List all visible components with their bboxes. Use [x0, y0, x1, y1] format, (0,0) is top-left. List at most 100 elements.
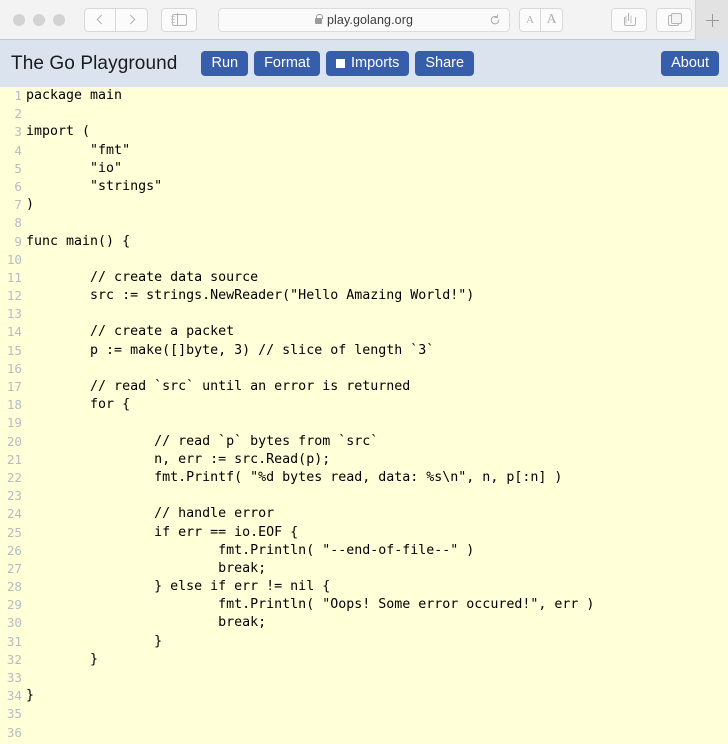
toolbar-actions: [611, 7, 692, 32]
code-line[interactable]: 32 }: [0, 651, 728, 669]
code-line[interactable]: 19: [0, 414, 728, 432]
share-button[interactable]: [611, 7, 647, 32]
code-line[interactable]: 17 // read `src` until an error is retur…: [0, 378, 728, 396]
code-line[interactable]: 9 func main() {: [0, 233, 728, 251]
back-button[interactable]: [84, 7, 116, 32]
code-line[interactable]: 11 // create data source: [0, 269, 728, 287]
code-line[interactable]: 25 if err == io.EOF {: [0, 524, 728, 542]
chevron-left-icon: [96, 14, 106, 25]
increase-text-size-button[interactable]: A: [541, 7, 563, 32]
code-line[interactable]: 21 n, err := src.Read(p);: [0, 451, 728, 469]
line-number: 33: [6, 670, 22, 685]
line-number: 14: [6, 324, 22, 340]
code-text: n, err := src.Read(p);: [26, 451, 331, 467]
about-button-label: About: [671, 54, 709, 71]
code-line[interactable]: 35: [0, 705, 728, 723]
sidebar-toggle-button[interactable]: [161, 7, 197, 32]
code-line[interactable]: 22 fmt.Printf( "%d bytes read, data: %s\…: [0, 469, 728, 487]
code-line[interactable]: 7): [0, 196, 728, 214]
address-bar[interactable]: play.golang.org: [218, 7, 510, 32]
code-text: fmt.Println( "Oops! Some error occured!"…: [26, 597, 595, 613]
code-line[interactable]: 13: [0, 305, 728, 323]
share-icon: [624, 13, 636, 26]
line-number: 36: [6, 724, 22, 740]
code-line[interactable]: 5 "io": [0, 160, 728, 178]
decrease-text-size-button[interactable]: A: [519, 7, 541, 32]
code-text: // create a packet: [26, 324, 235, 340]
line-number: 15: [6, 342, 22, 358]
code-line[interactable]: 28 } else if err != nil {: [0, 578, 728, 596]
code-line[interactable]: 6 "strings": [0, 178, 728, 196]
code-line[interactable]: 10: [0, 251, 728, 269]
code-line[interactable]: 4 "fmt": [0, 142, 728, 160]
run-button[interactable]: Run: [201, 50, 249, 77]
code-line[interactable]: 27 break;: [0, 560, 728, 578]
code-text: // handle error: [26, 506, 275, 522]
new-tab-button[interactable]: [695, 0, 728, 40]
code-line[interactable]: 36: [0, 724, 728, 742]
code-editor[interactable]: 1 package main 2 3 import (4 "fmt" 5 "io" 6 "s…: [0, 87, 728, 744]
code-line[interactable]: 18 for {: [0, 396, 728, 414]
code-text: // create data source: [26, 269, 259, 285]
forward-button[interactable]: [116, 7, 148, 32]
code-line[interactable]: 34}: [0, 687, 728, 705]
code-line[interactable]: 30 break;: [0, 614, 728, 632]
code-line[interactable]: 31 }: [0, 633, 728, 651]
imports-toggle[interactable]: Imports: [326, 50, 410, 77]
line-number: 17: [6, 379, 22, 394]
code-line[interactable]: 16: [0, 360, 728, 378]
line-number: 26: [6, 542, 22, 558]
share-button[interactable]: Share: [415, 50, 475, 77]
line-number: 19: [6, 415, 22, 431]
code-line[interactable]: 2: [0, 105, 728, 123]
line-number: 25: [6, 524, 22, 540]
lock-icon: [314, 13, 323, 24]
format-button-label: Format: [264, 54, 310, 71]
line-number: 24: [6, 506, 22, 522]
tab-overview-button[interactable]: [656, 7, 692, 32]
chevron-right-icon: [125, 14, 136, 25]
code-line[interactable]: 24 // handle error: [0, 505, 728, 523]
code-line[interactable]: 29 fmt.Println( "Oops! Some error occure…: [0, 596, 728, 614]
code-line[interactable]: 23: [0, 487, 728, 505]
line-number: 22: [6, 469, 22, 485]
minimize-window-button[interactable]: [33, 13, 45, 26]
code-text: fmt.Println( "--end-of-file--" ): [26, 542, 475, 558]
about-button[interactable]: About: [661, 50, 719, 77]
playground-toolbar: Run Format Imports Share: [201, 50, 475, 77]
line-number: 7: [14, 197, 22, 213]
zoom-window-button[interactable]: [53, 13, 65, 26]
line-number: 10: [6, 251, 22, 267]
reload-icon[interactable]: [489, 13, 501, 26]
code-text: // read `src` until an error is returned: [26, 379, 411, 394]
code-text: "strings": [26, 178, 163, 194]
code-line[interactable]: 26 fmt.Println( "--end-of-file--" ): [0, 542, 728, 560]
code-line[interactable]: 14 // create a packet: [0, 323, 728, 341]
code-text: func main() {: [26, 233, 131, 249]
code-line[interactable]: 8: [0, 214, 728, 232]
code-line[interactable]: 12 src := strings.NewReader("Hello Amazi…: [0, 287, 728, 305]
imports-checkbox[interactable]: [336, 58, 345, 68]
code-text: "io": [26, 160, 123, 176]
close-window-button[interactable]: [13, 13, 25, 26]
window-controls: [13, 13, 65, 26]
format-button[interactable]: Format: [254, 50, 320, 77]
line-number: 2: [14, 106, 22, 122]
line-number: 16: [6, 360, 22, 376]
code-line[interactable]: 20 // read `p` bytes from `src`: [0, 433, 728, 451]
code-line[interactable]: 3 import (: [0, 123, 728, 141]
code-text: import (: [26, 124, 91, 140]
line-number: 3: [14, 124, 22, 140]
code-text: // read `p` bytes from `src`: [26, 433, 379, 449]
code-line[interactable]: 15 p := make([]byte, 3) // slice of leng…: [0, 342, 728, 360]
page-title: The Go Playground: [11, 52, 178, 74]
code-text: package main: [26, 88, 123, 103]
line-number: 6: [14, 178, 22, 194]
code-text: }: [26, 651, 99, 667]
code-text: "fmt": [26, 142, 131, 158]
sidebar-icon: [171, 13, 187, 26]
code-line[interactable]: 1 package main: [0, 87, 728, 105]
line-number: 27: [6, 560, 22, 576]
code-line[interactable]: 33: [0, 669, 728, 687]
line-number: 18: [6, 397, 22, 413]
